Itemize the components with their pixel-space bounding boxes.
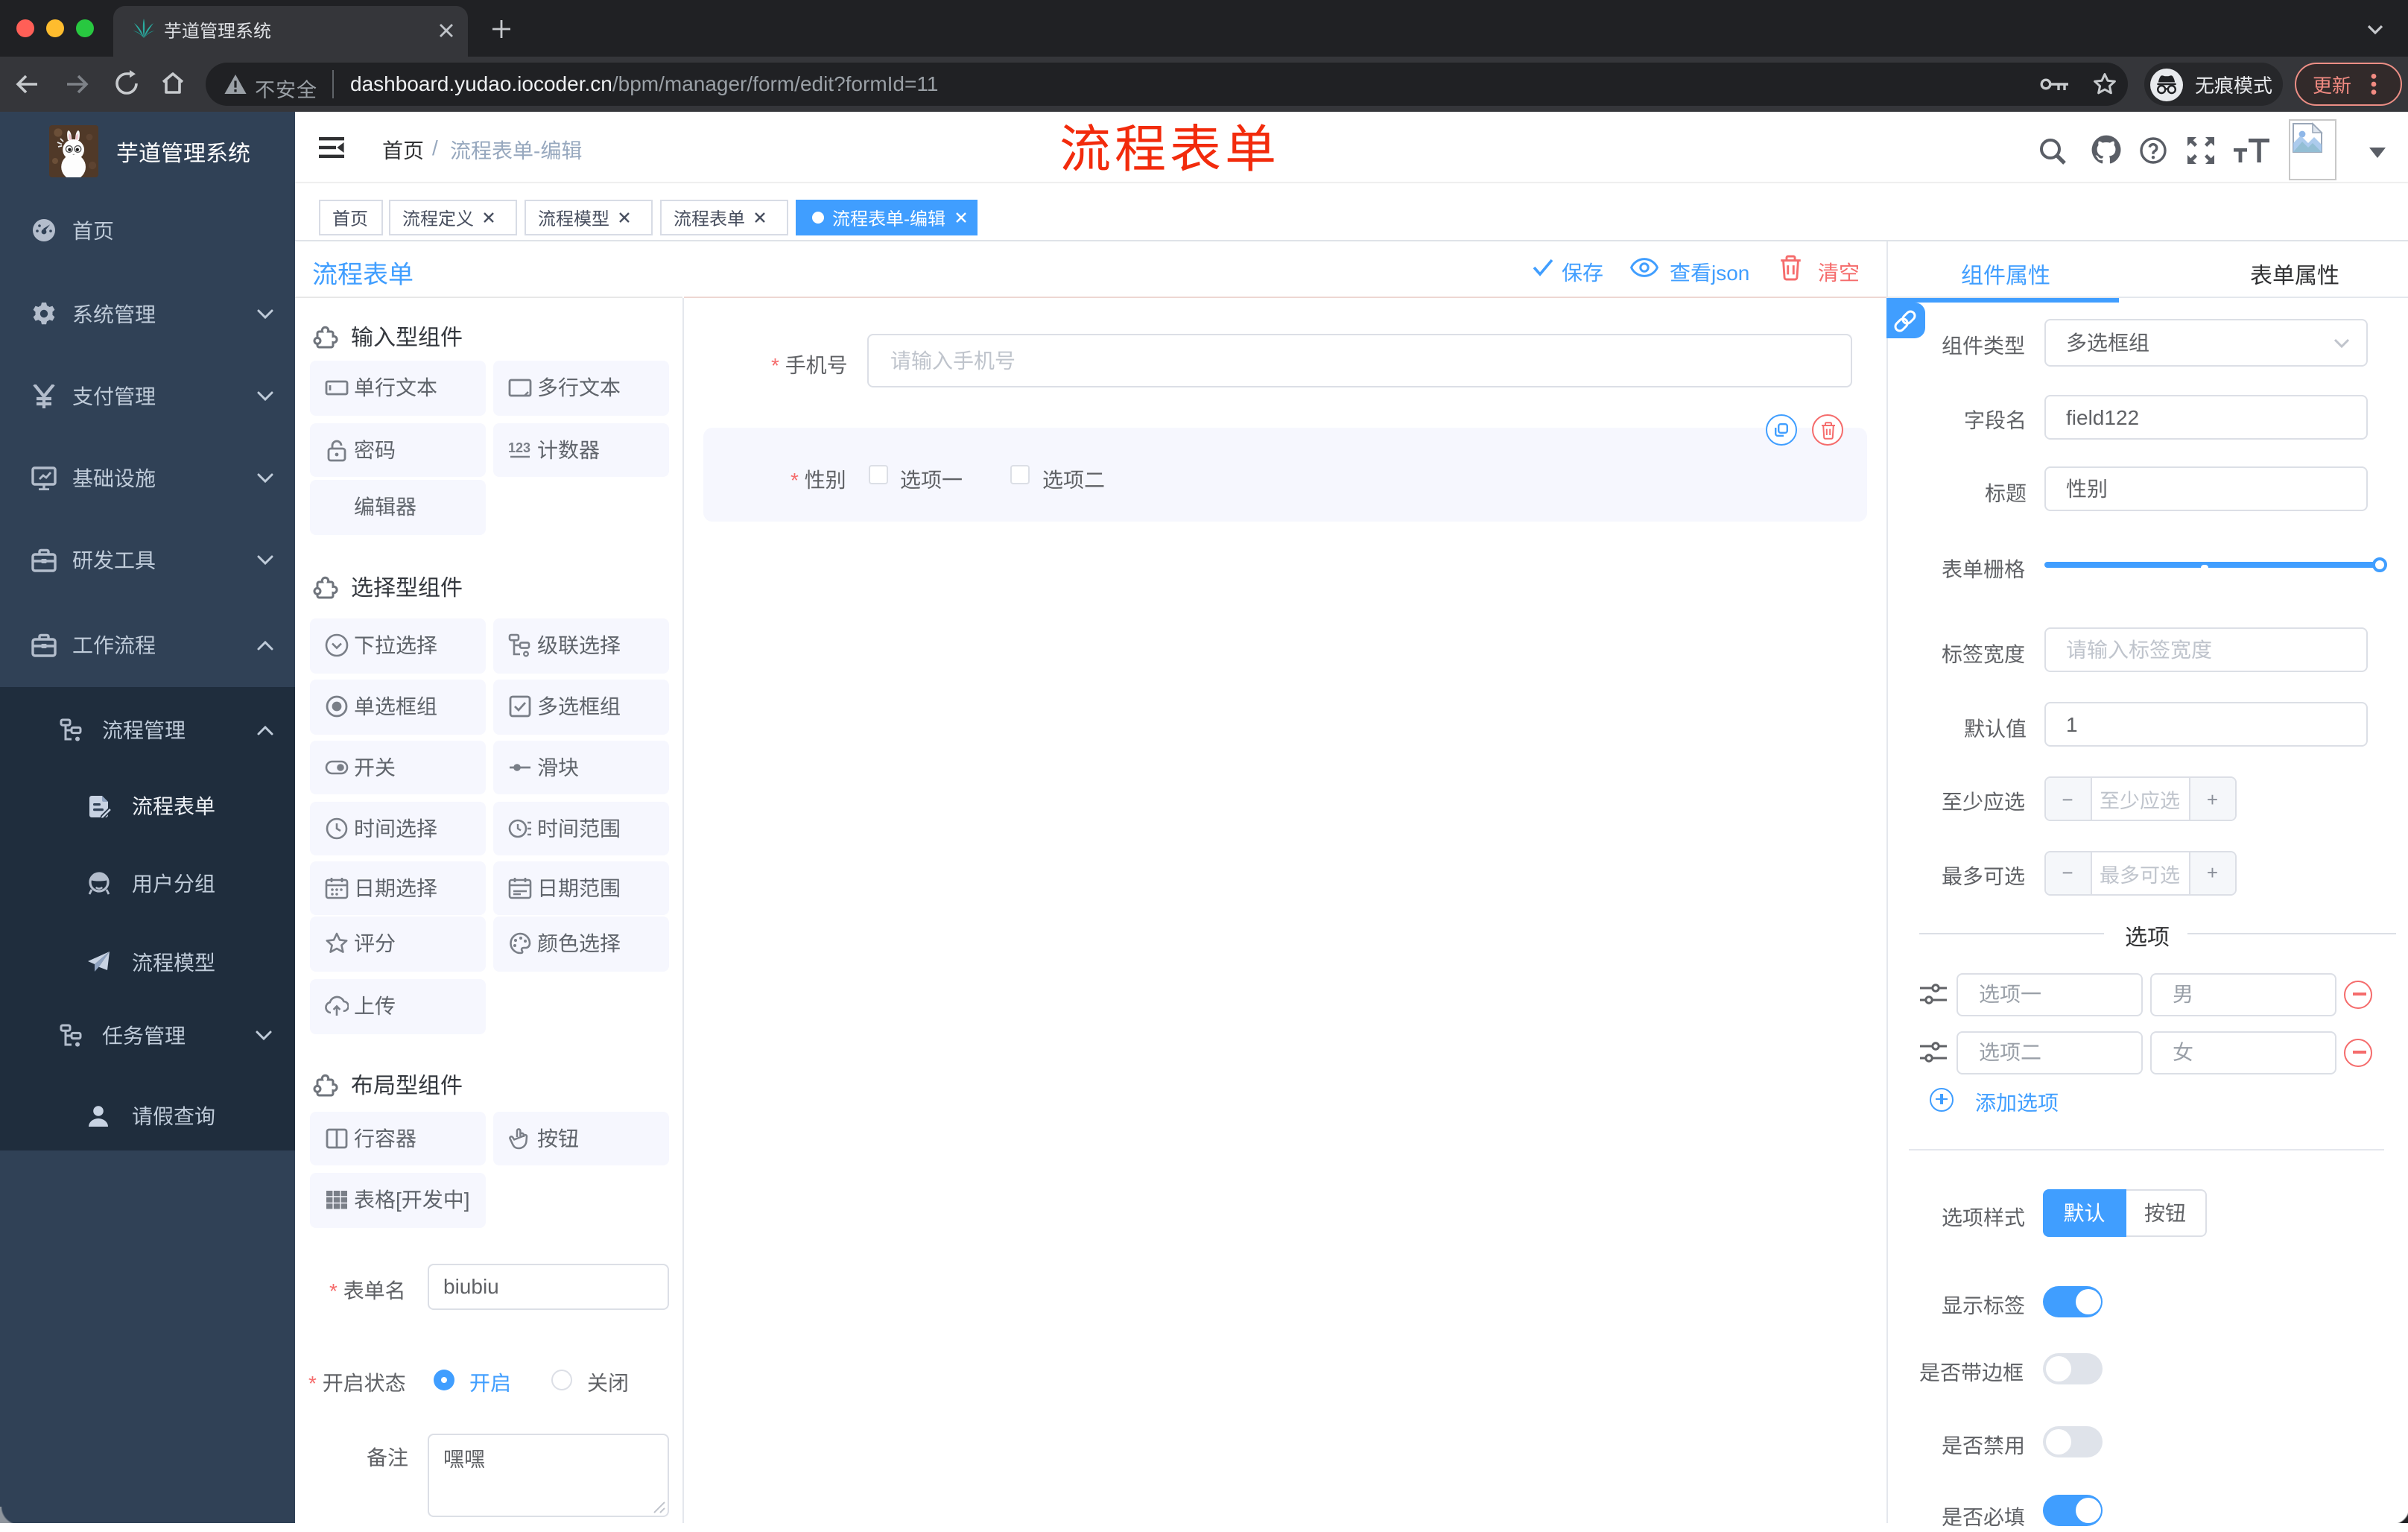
svg-text:123: 123 <box>508 440 530 455</box>
